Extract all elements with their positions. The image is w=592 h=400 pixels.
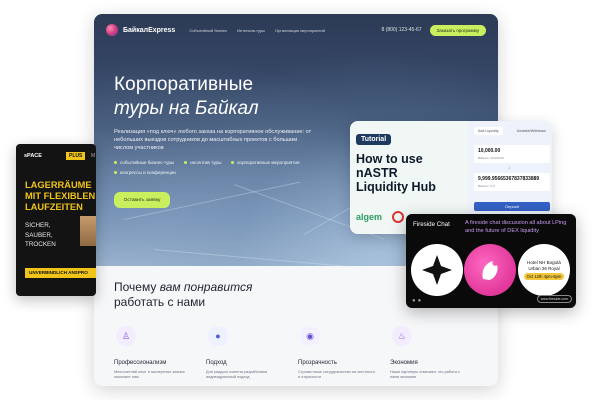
cardboard-box-image	[80, 216, 96, 246]
user-icon: ●	[208, 326, 228, 346]
tab-unstake[interactable]: Unstake/Withdraw	[513, 127, 550, 135]
people-icon: ♙	[116, 326, 136, 346]
why-heading-line2: работать с нами	[114, 295, 206, 309]
hotel-name-line: Hotel NH Bogotá	[527, 260, 561, 265]
amount-note: Balance: 20,000.00	[478, 156, 504, 160]
tutorial-title-line: How to use	[356, 152, 423, 166]
list-item: инсентив туры	[184, 160, 221, 165]
order-program-button[interactable]: Заказать программу	[429, 24, 486, 36]
star-logo-icon	[411, 244, 463, 296]
feature-title: Профессионализм	[114, 360, 167, 366]
ad-subtext-line: SICHER,	[25, 222, 51, 229]
ad-subtext-line: SAUBER,	[25, 231, 53, 239]
feature-desc: Многолетний опыт и экспертные знания пом…	[114, 370, 185, 379]
feature-savings: ♨ Экономия Наши партнеры отмечают, что р…	[390, 326, 482, 380]
hero-title: Корпоративные	[114, 74, 254, 95]
logo-icon	[106, 24, 118, 36]
features-row: ♙ Профессионализм Многолетний опыт и экс…	[114, 326, 494, 380]
bullet-label: корпоративные мероприятия	[237, 160, 300, 165]
fireside-label: Fireside Chat	[413, 221, 450, 228]
ad-headline-line: MIT FLEXIBLEN	[25, 191, 96, 201]
feature-title: Подход	[206, 360, 227, 366]
bullet-label: событийные бизнес-туры	[120, 160, 175, 165]
carousel-dots-icon[interactable]: ●●	[412, 298, 423, 304]
nav-phone[interactable]: 8 (800) 123-45-67	[382, 27, 422, 33]
deposit-button[interactable]: Deposit	[474, 202, 550, 211]
hero-title-italic: туры на Байкал	[114, 98, 259, 119]
unicorn-logo-icon	[464, 244, 516, 296]
bullet-label: конгрессы и конференции	[120, 170, 176, 175]
hero-bullets: событийные бизнес-туры инсентив туры кор…	[114, 160, 314, 175]
fireside-url-badge[interactable]: www.fireside.com	[536, 295, 572, 303]
feature-transparency: ◉ Прозрачность Строим наше сотрудничеств…	[298, 326, 390, 380]
tutorial-title-line: nASTR	[356, 166, 398, 180]
arrow-down-icon: ↓	[508, 165, 511, 171]
feature-desc: Строим наше сотрудничество на честности …	[298, 370, 375, 379]
event-date: Oct 12th 4pm-6pm	[523, 273, 565, 280]
top-navigation: БайкалExpress Событийный бизнес Интенсив…	[106, 22, 486, 38]
list-item: корпоративные мероприятия	[231, 160, 299, 165]
ad-menu-letter: M	[91, 153, 96, 159]
feature-desc: Для каждого клиента разработаем индивиду…	[206, 370, 268, 379]
ad-cta-button[interactable]: UNVERBINDLICH ANSPRO	[25, 268, 96, 278]
ad-logo: sPACE	[24, 153, 42, 159]
hotel-name: Hotel NH Bogotá Urban 26 Royal	[527, 260, 561, 271]
ice-crack	[153, 249, 354, 268]
logo-text[interactable]: БайкалExpress	[123, 27, 175, 34]
liquidity-tabs: Add Liquidity Unstake/Withdraw	[474, 127, 552, 135]
tutorial-tag: Tutorial	[356, 134, 392, 145]
partner-logo-icon	[392, 211, 404, 223]
receive-input[interactable]: 9,999.95665367837833889 Balance: 0.0	[474, 173, 550, 191]
bullet-dot-icon	[184, 161, 188, 164]
storage-ad-banner[interactable]: sPACE PLUS M LAGERRÄUME MIT FLEXIBLEN LA…	[16, 144, 96, 296]
star-shape-icon	[422, 255, 452, 285]
nav-link-events[interactable]: Организация мероприятий	[275, 28, 325, 33]
ad-headline: LAGERRÄUME MIT FLEXIBLEN LAUFZEITEN	[25, 180, 95, 213]
amount-input[interactable]: 10,000.00 Balance: 20,000.00	[474, 145, 550, 163]
composite-screenshot: БайкалExpress Событийный бизнес Интенсив…	[0, 0, 592, 400]
why-heading: Почему вам понравится	[114, 280, 252, 294]
eye-icon: ◉	[300, 326, 320, 346]
feature-title: Экономия	[390, 360, 418, 366]
hotel-date-badge: Hotel NH Bogotá Urban 26 Royal Oct 12th …	[518, 244, 570, 296]
why-heading-prefix: Почему	[114, 280, 160, 294]
ad-subtext: SICHER, SAUBER, TROCKEN	[25, 221, 56, 250]
piggy-bank-icon: ♨	[392, 326, 412, 346]
nav-link-business[interactable]: Событийный бизнес	[189, 28, 227, 33]
bullet-dot-icon	[231, 161, 235, 164]
fireside-chat-card[interactable]: Fireside Chat A fireside chat discussion…	[406, 214, 576, 308]
hotel-name-line: Urban 26 Royal	[528, 265, 560, 271]
nav-link-intensive[interactable]: Интенсив-туры	[237, 28, 265, 33]
feature-title: Прозрачность	[298, 360, 337, 366]
algem-logo: algem	[356, 212, 383, 222]
ad-headline-line: LAGERRÄUME	[25, 180, 92, 190]
feature-approach: ● Подход Для каждого клиента разработаем…	[206, 326, 298, 380]
why-heading-italic: вам понравится	[159, 280, 253, 294]
tab-add-liquidity[interactable]: Add Liquidity	[474, 127, 503, 135]
bullet-label: инсентив туры	[190, 160, 222, 165]
hero-description: Реализация «под ключ» любого заказа на к…	[114, 129, 312, 151]
leave-request-button[interactable]: Оставить заявку	[114, 192, 170, 208]
ad-subtext-line: TROCKEN	[25, 241, 56, 248]
tutorial-title-line: Liquidity Hub	[356, 180, 436, 194]
ad-logo-plus: PLUS	[66, 152, 86, 160]
list-item: конгрессы и конференции	[114, 170, 176, 175]
list-item: событийные бизнес-туры	[114, 160, 174, 165]
tutorial-title: How to use nASTR Liquidity Hub	[356, 152, 436, 194]
receive-note: Balance: 0.0	[478, 184, 495, 188]
amount-value: 10,000.00	[478, 148, 501, 154]
bullet-dot-icon	[114, 161, 117, 164]
ad-headline-line: LAUFZEITEN	[25, 202, 83, 212]
bullet-dot-icon	[114, 171, 117, 174]
receive-value: 9,999.95665367837833889	[478, 176, 540, 182]
fireside-description: A fireside chat discussion all about LPi…	[465, 220, 567, 234]
feature-desc: Наши партнеры отмечают, что работа с нам…	[390, 370, 460, 379]
feature-professionalism: ♙ Профессионализм Многолетний опыт и экс…	[114, 326, 206, 380]
unicorn-shape-icon	[482, 261, 498, 280]
